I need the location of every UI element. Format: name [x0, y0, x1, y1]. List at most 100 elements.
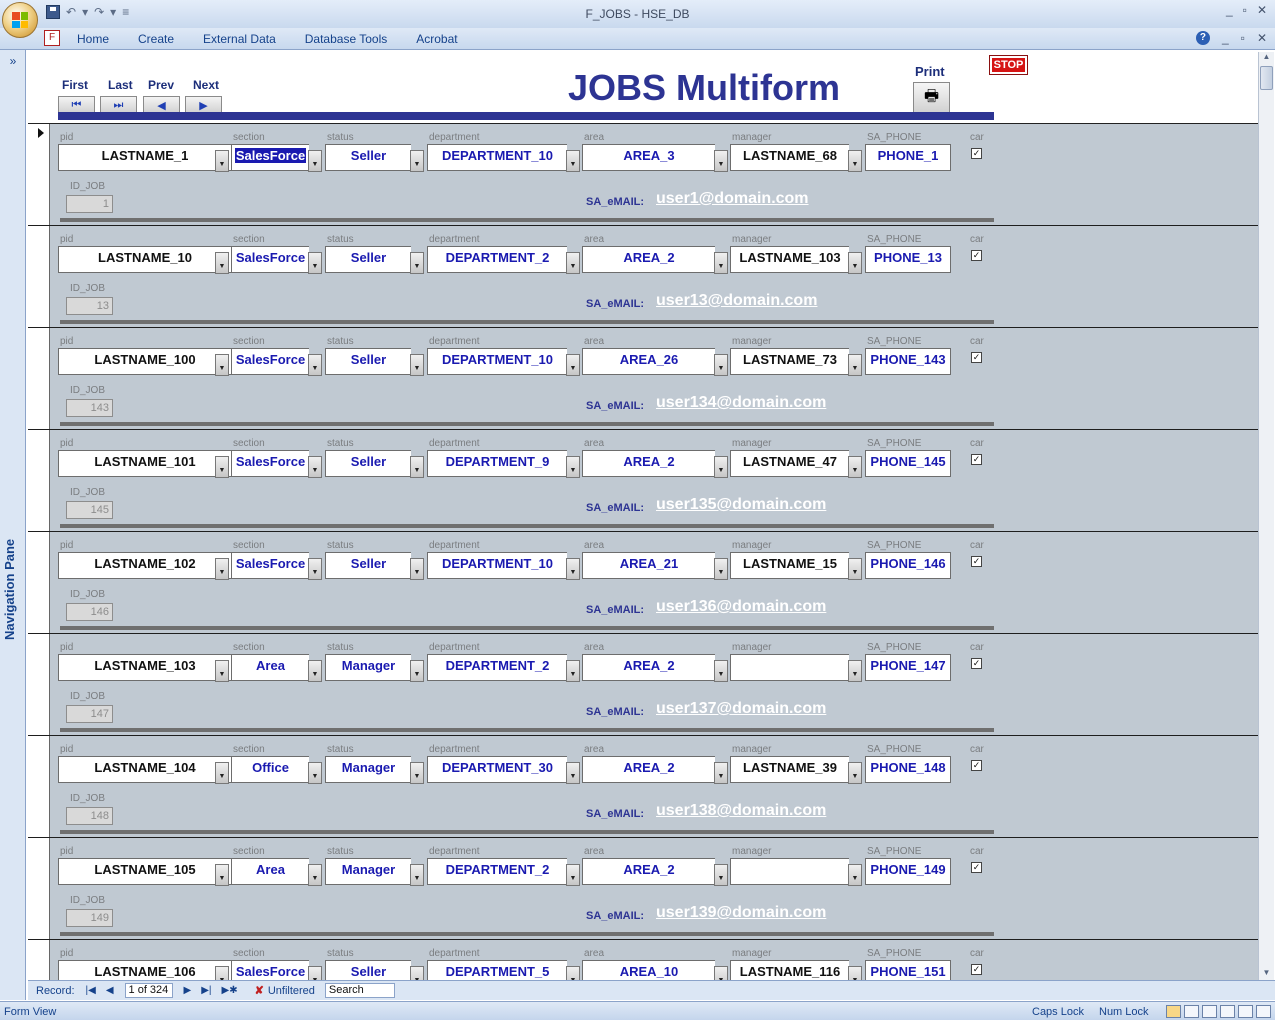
- manager-dropdown-icon[interactable]: ▼: [848, 660, 862, 682]
- section-dropdown-icon[interactable]: ▼: [308, 252, 322, 274]
- department-combobox[interactable]: DEPARTMENT_5: [427, 960, 567, 980]
- status-combobox[interactable]: Manager: [325, 858, 411, 885]
- department-combobox[interactable]: DEPARTMENT_2: [427, 246, 567, 273]
- section-dropdown-icon[interactable]: ▼: [308, 456, 322, 478]
- expand-navigation-icon[interactable]: »: [0, 54, 26, 68]
- department-dropdown-icon[interactable]: ▼: [566, 966, 580, 980]
- area-combobox[interactable]: AREA_10: [582, 960, 715, 980]
- record-selector[interactable]: [28, 736, 50, 837]
- pid-combobox[interactable]: LASTNAME_10: [58, 246, 231, 273]
- car-checkbox[interactable]: ✓: [971, 454, 982, 465]
- area-combobox[interactable]: AREA_2: [582, 756, 715, 783]
- section-dropdown-icon[interactable]: ▼: [308, 558, 322, 580]
- manager-dropdown-icon[interactable]: ▼: [848, 966, 862, 980]
- status-combobox[interactable]: Manager: [325, 756, 411, 783]
- pid-combobox[interactable]: LASTNAME_104: [58, 756, 231, 783]
- pid-dropdown-icon[interactable]: ▼: [215, 864, 229, 886]
- doc-minimize-button[interactable]: _: [1222, 31, 1229, 45]
- next-record-nav-icon[interactable]: ▶: [184, 985, 192, 996]
- email-link[interactable]: user135@domain.com: [656, 496, 826, 514]
- status-dropdown-icon[interactable]: ▼: [410, 762, 424, 784]
- department-dropdown-icon[interactable]: ▼: [566, 252, 580, 274]
- section-combobox[interactable]: SalesForce: [231, 246, 309, 273]
- section-dropdown-icon[interactable]: ▼: [308, 864, 322, 886]
- last-record-nav-icon[interactable]: ▶|: [201, 985, 211, 996]
- area-dropdown-icon[interactable]: ▼: [714, 354, 728, 376]
- email-link[interactable]: user137@domain.com: [656, 700, 826, 718]
- pid-dropdown-icon[interactable]: ▼: [215, 966, 229, 980]
- section-dropdown-icon[interactable]: ▼: [308, 354, 322, 376]
- phone-field[interactable]: PHONE_151: [865, 960, 951, 980]
- stop-button[interactable]: STOP: [989, 55, 1028, 75]
- tab-external-data[interactable]: External Data: [203, 32, 276, 46]
- section-dropdown-icon[interactable]: ▼: [308, 762, 322, 784]
- maximize-button[interactable]: ▫: [1243, 3, 1247, 17]
- status-combobox[interactable]: Seller: [325, 246, 411, 273]
- manager-dropdown-icon[interactable]: ▼: [848, 354, 862, 376]
- vertical-scrollbar[interactable]: ▲ ▼: [1258, 52, 1274, 980]
- manager-dropdown-icon[interactable]: ▼: [848, 252, 862, 274]
- manager-combobox[interactable]: [730, 654, 849, 681]
- manager-combobox[interactable]: LASTNAME_15: [730, 552, 849, 579]
- manager-dropdown-icon[interactable]: ▼: [848, 558, 862, 580]
- navigation-pane[interactable]: » Navigation Pane: [0, 50, 26, 1000]
- manager-dropdown-icon[interactable]: ▼: [848, 456, 862, 478]
- department-dropdown-icon[interactable]: ▼: [566, 456, 580, 478]
- area-combobox[interactable]: AREA_21: [582, 552, 715, 579]
- area-combobox[interactable]: AREA_3: [582, 144, 715, 171]
- car-checkbox[interactable]: ✓: [971, 148, 982, 159]
- section-dropdown-icon[interactable]: ▼: [308, 966, 322, 980]
- office-button[interactable]: [2, 2, 38, 38]
- pid-combobox[interactable]: LASTNAME_1: [58, 144, 231, 171]
- manager-dropdown-icon[interactable]: ▼: [848, 150, 862, 172]
- car-checkbox[interactable]: ✓: [971, 760, 982, 771]
- status-dropdown-icon[interactable]: ▼: [410, 354, 424, 376]
- manager-combobox[interactable]: LASTNAME_39: [730, 756, 849, 783]
- car-checkbox[interactable]: ✓: [971, 658, 982, 669]
- record-selector[interactable]: [28, 532, 50, 633]
- record-position-field[interactable]: 1 of 324: [124, 983, 173, 998]
- status-dropdown-icon[interactable]: ▼: [410, 864, 424, 886]
- status-combobox[interactable]: Seller: [325, 348, 411, 375]
- status-combobox[interactable]: Manager: [325, 654, 411, 681]
- phone-field[interactable]: PHONE_148: [865, 756, 951, 783]
- pid-dropdown-icon[interactable]: ▼: [215, 150, 229, 172]
- status-combobox[interactable]: Seller: [325, 450, 411, 477]
- status-dropdown-icon[interactable]: ▼: [410, 252, 424, 274]
- scroll-up-icon[interactable]: ▲: [1259, 52, 1274, 64]
- pid-dropdown-icon[interactable]: ▼: [215, 660, 229, 682]
- pivotchart-view-icon[interactable]: [1220, 1005, 1235, 1018]
- area-combobox[interactable]: AREA_2: [582, 654, 715, 681]
- phone-field[interactable]: PHONE_145: [865, 450, 951, 477]
- section-combobox[interactable]: Office: [231, 756, 309, 783]
- print-button[interactable]: 🖶: [913, 82, 950, 115]
- status-dropdown-icon[interactable]: ▼: [410, 558, 424, 580]
- status-dropdown-icon[interactable]: ▼: [410, 150, 424, 172]
- car-checkbox[interactable]: ✓: [971, 964, 982, 975]
- manager-combobox[interactable]: LASTNAME_73: [730, 348, 849, 375]
- section-dropdown-icon[interactable]: ▼: [308, 150, 322, 172]
- record-selector[interactable]: [28, 838, 50, 939]
- tab-acrobat[interactable]: Acrobat: [416, 32, 457, 46]
- status-dropdown-icon[interactable]: ▼: [410, 660, 424, 682]
- section-combobox[interactable]: SalesForce: [231, 450, 309, 477]
- pid-dropdown-icon[interactable]: ▼: [215, 558, 229, 580]
- status-combobox[interactable]: Seller: [325, 960, 411, 980]
- record-selector[interactable]: [28, 430, 50, 531]
- email-link[interactable]: user13@domain.com: [656, 292, 817, 310]
- help-icon[interactable]: ?: [1195, 31, 1210, 45]
- doc-close-button[interactable]: ✕: [1257, 31, 1267, 45]
- record-selector[interactable]: [28, 226, 50, 327]
- department-dropdown-icon[interactable]: ▼: [566, 354, 580, 376]
- pid-dropdown-icon[interactable]: ▼: [215, 252, 229, 274]
- department-combobox[interactable]: DEPARTMENT_10: [427, 348, 567, 375]
- manager-combobox[interactable]: LASTNAME_103: [730, 246, 849, 273]
- department-combobox[interactable]: DEPARTMENT_2: [427, 858, 567, 885]
- area-dropdown-icon[interactable]: ▼: [714, 762, 728, 784]
- tab-home[interactable]: Home: [77, 32, 109, 46]
- pivottable-view-icon[interactable]: [1202, 1005, 1217, 1018]
- area-dropdown-icon[interactable]: ▼: [714, 558, 728, 580]
- email-link[interactable]: user1@domain.com: [656, 190, 809, 208]
- doc-restore-button[interactable]: ▫: [1241, 31, 1245, 45]
- record-selector[interactable]: [28, 940, 50, 980]
